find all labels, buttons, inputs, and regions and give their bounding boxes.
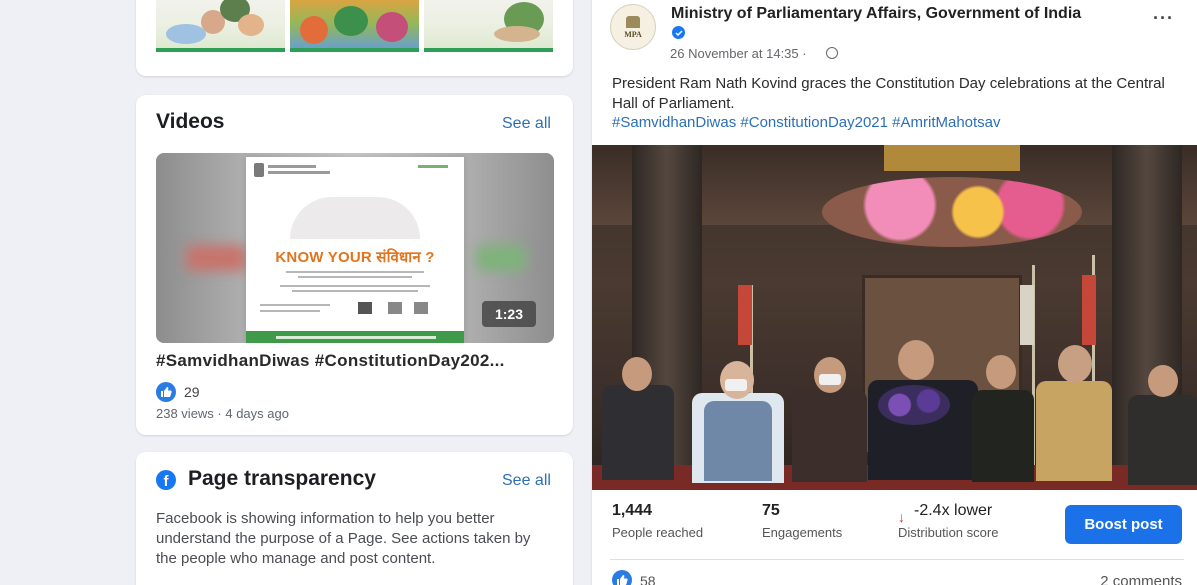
person bbox=[792, 390, 867, 482]
boost-post-button[interactable]: Boost post bbox=[1065, 505, 1182, 544]
logo-icon bbox=[414, 302, 428, 314]
engagements-value: 75 bbox=[762, 502, 780, 519]
logo-icon bbox=[388, 302, 402, 314]
facebook-icon: f bbox=[156, 470, 176, 490]
videos-see-all-link[interactable]: See all bbox=[502, 115, 551, 133]
logo-icon bbox=[358, 302, 372, 314]
distribution-score-value: -2.4x lower bbox=[914, 502, 993, 519]
transparency-description: Facebook is showing information to help … bbox=[156, 510, 531, 567]
parliament-dome-graphic bbox=[290, 197, 420, 239]
down-arrow-icon: ↓ bbox=[898, 509, 905, 525]
person bbox=[1128, 395, 1197, 485]
video-duration-badge: 1:23 bbox=[481, 301, 536, 327]
flower-arrangement bbox=[822, 177, 1082, 247]
people-reached-value: 1,444 bbox=[612, 502, 653, 519]
globe-icon bbox=[826, 47, 838, 59]
photo-thumbnail[interactable] bbox=[424, 0, 553, 52]
comments-count-link[interactable]: 2 comments bbox=[1100, 573, 1182, 585]
emblem-icon bbox=[626, 15, 640, 28]
post-photo[interactable] bbox=[592, 145, 1197, 490]
person bbox=[972, 390, 1034, 482]
poster-headline: KNOW YOUR संविधान ? bbox=[275, 249, 435, 266]
distribution-score-label: Distribution score bbox=[898, 525, 999, 540]
transparency-see-all-link[interactable]: See all bbox=[502, 472, 551, 490]
verified-icon bbox=[672, 26, 685, 39]
video-meta: 238 views · 4 days ago bbox=[156, 406, 289, 421]
post-text: President Ram Nath Kovind graces the Con… bbox=[612, 75, 1165, 112]
blur-decoration bbox=[476, 245, 526, 271]
post-card: MPA Ministry of Parliamentary Affairs, G… bbox=[592, 0, 1197, 585]
photos-card bbox=[136, 0, 573, 76]
person bbox=[1036, 381, 1112, 481]
page-transparency-card: f Page transparency See all Facebook is … bbox=[136, 452, 573, 585]
page-transparency-heading: Page transparency bbox=[188, 467, 376, 490]
page-name[interactable]: Ministry of Parliamentary Affairs, Gover… bbox=[671, 5, 1081, 23]
engagements-label: Engagements bbox=[762, 525, 843, 540]
emblem-icon bbox=[254, 163, 264, 177]
photo-thumbnail[interactable] bbox=[290, 0, 419, 52]
videos-heading: Videos bbox=[156, 110, 225, 133]
photo-thumbnail[interactable] bbox=[156, 0, 285, 52]
video-like-count[interactable]: 29 bbox=[184, 384, 200, 400]
page-avatar[interactable]: MPA bbox=[610, 4, 656, 50]
more-options-icon[interactable]: ··· bbox=[1153, 8, 1174, 29]
video-title[interactable]: #SamvidhanDiwas #ConstitutionDay202... bbox=[156, 351, 505, 371]
bouquet bbox=[878, 385, 950, 425]
videos-card: Videos See all KNOW YOUR संविधान ? 1:23 … bbox=[136, 95, 573, 435]
post-like-count[interactable]: 58 bbox=[640, 573, 656, 585]
post-hashtags[interactable]: #SamvidhanDiwas #ConstitutionDay2021 #Am… bbox=[612, 114, 1001, 131]
people-reached-label: People reached bbox=[612, 525, 704, 540]
divider bbox=[610, 559, 1184, 560]
avatar-text: MPA bbox=[624, 29, 642, 39]
gallery-frame bbox=[884, 145, 1020, 171]
like-icon bbox=[612, 570, 632, 585]
like-icon bbox=[156, 382, 176, 402]
video-thumbnail[interactable]: KNOW YOUR संविधान ? 1:23 bbox=[156, 153, 554, 343]
video-poster: KNOW YOUR संविधान ? bbox=[246, 157, 464, 343]
person bbox=[602, 385, 674, 480]
blur-decoration bbox=[186, 245, 246, 271]
post-timestamp[interactable]: 26 November at 14:35 · bbox=[670, 46, 807, 61]
